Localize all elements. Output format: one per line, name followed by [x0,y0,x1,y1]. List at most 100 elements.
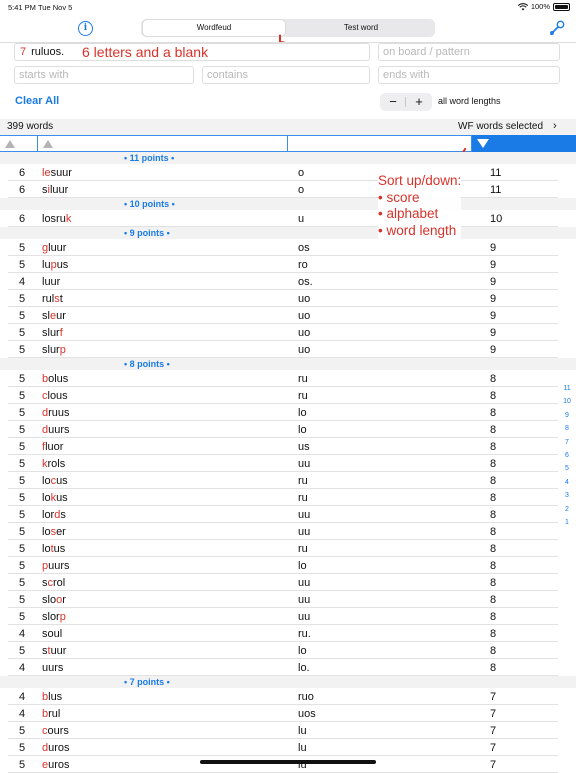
word-score: 9 [490,310,497,322]
word-row[interactable]: 5 locus ru 8 [0,472,576,489]
word-row[interactable]: 5 druus lo 8 [0,404,576,421]
letters-count: 7 [20,46,27,58]
sort-annotation-line: Sort up/down: [378,173,462,188]
word-row[interactable]: 4 blus ruo 7 [0,688,576,705]
remaining-letters: uu [298,526,311,538]
starts-with-input[interactable]: starts with [14,66,194,84]
word-row[interactable]: 5 sloor uu 8 [0,591,576,608]
stepper-plus-button[interactable]: + [406,93,432,111]
word-row[interactable]: 5 lokus ru 8 [0,489,576,506]
word-row[interactable]: 5 fluor us 8 [0,438,576,455]
word-part: r [62,594,66,606]
word-score: 8 [490,390,497,402]
index-entry[interactable]: 11 [560,382,574,395]
word-row[interactable]: 5 lupus ro 9 [0,256,576,273]
index-entry[interactable]: 6 [560,449,574,462]
tab-wordfeud[interactable]: Wordfeud [143,20,285,36]
word-row[interactable]: 6 lesuur o 11 [0,164,576,181]
contains-input[interactable]: contains [202,66,370,84]
board-pattern-input[interactable]: on board / pattern [378,43,560,61]
word-row[interactable]: 4 brul uos 7 [0,705,576,722]
word-part: s [60,509,66,521]
index-entry[interactable]: 4 [560,476,574,489]
status-bar: 5:41 PM Tue Nov 5 100% [0,0,576,14]
tab-test-word[interactable]: Test word [289,20,433,36]
index-entry[interactable]: 5 [560,462,574,475]
word-text: lokus [42,492,68,504]
chevron-right-icon[interactable]: › [553,120,557,132]
index-entry[interactable]: 2 [560,503,574,516]
word-text: siluur [42,184,68,196]
word-row[interactable]: 5 euros lu 7 [0,756,576,773]
word-part: luur [42,276,61,288]
wf-words-selected-button[interactable]: WF words selected [458,121,543,132]
word-part: suur [50,167,72,179]
word-length: 5 [19,725,26,737]
info-icon[interactable]: i [78,21,93,36]
word-length: 5 [19,526,26,538]
word-row[interactable]: 4 soul ru. 8 [0,625,576,642]
word-length: 6 [19,184,26,196]
word-score: 9 [490,327,497,339]
word-part: sl [42,310,50,322]
word-row[interactable]: 5 slorp uu 8 [0,608,576,625]
word-score: 11 [490,167,502,179]
sort-by-extra-button[interactable] [288,135,472,152]
home-indicator[interactable] [200,760,376,764]
remaining-letters: lu [298,742,307,754]
section-header: • 10 points • [0,198,576,210]
word-score: 9 [490,293,497,305]
word-row[interactable]: 6 losruk u 10 [0,210,576,227]
section-index[interactable]: 11 10 9 8 7 6 5 4 3 2 1 [560,382,574,529]
index-entry[interactable]: 9 [560,409,574,422]
index-entry[interactable]: 7 [560,436,574,449]
battery-percent: 100% [530,2,550,11]
word-part: ur [56,310,66,322]
wrench-icon[interactable] [548,19,566,37]
word-row[interactable]: 4 uurs lo. 8 [0,659,576,676]
remaining-letters: uos [298,708,316,720]
word-row[interactable]: 5 krols uu 8 [0,455,576,472]
word-row[interactable]: 5 lotus ru 8 [0,540,576,557]
word-row[interactable]: 5 puurs lo 8 [0,557,576,574]
word-row[interactable]: 5 loser uu 8 [0,523,576,540]
word-row[interactable]: 5 lords uu 8 [0,506,576,523]
word-part: t [59,293,63,305]
word-row[interactable]: 6 siluur o 11 [0,181,576,198]
remaining-letters: uu [298,577,311,589]
index-entry[interactable]: 1 [560,516,574,529]
word-row[interactable]: 5 slurf uo 9 [0,324,576,341]
word-length: 5 [19,475,26,487]
word-row[interactable]: 5 duurs lo 8 [0,421,576,438]
word-row[interactable]: 5 clous ru 8 [0,387,576,404]
ends-with-input[interactable]: ends with [378,66,560,84]
word-row[interactable]: 4 luur os. 9 [0,273,576,290]
remaining-letters: ru. [298,628,311,640]
word-row[interactable]: 5 scrol uu 8 [0,574,576,591]
section-header-label: • 7 points • [124,677,170,687]
clear-all-button[interactable]: Clear All [15,95,59,107]
word-row[interactable]: 5 bolus ru 8 [0,370,576,387]
index-entry[interactable]: 8 [560,422,574,435]
remaining-letters: ru [298,390,308,402]
word-row[interactable]: 5 sleur uo 9 [0,307,576,324]
remaining-letters: uu [298,509,311,521]
sort-by-alphabet-button[interactable] [38,135,288,152]
index-entry[interactable]: 3 [560,489,574,502]
status-date: Tue Nov 5 [38,3,73,12]
word-score: 7 [490,691,497,703]
word-row[interactable]: 5 stuur lo 8 [0,642,576,659]
word-score: 8 [490,628,497,640]
word-row[interactable]: 5 cours lu 7 [0,722,576,739]
word-row[interactable]: 5 rulst uo 9 [0,290,576,307]
section-header: • 11 points • [0,152,576,164]
battery-icon [553,2,570,11]
stepper-minus-button[interactable]: − [380,93,406,111]
word-row[interactable]: 5 gluur os 9 [0,239,576,256]
sort-up-icon [5,140,15,148]
word-row[interactable]: 5 duros lu 7 [0,739,576,756]
word-row[interactable]: 5 slurp uo 9 [0,341,576,358]
word-length: 5 [19,407,26,419]
word-part: lus [48,691,63,703]
index-entry[interactable]: 10 [560,395,574,408]
